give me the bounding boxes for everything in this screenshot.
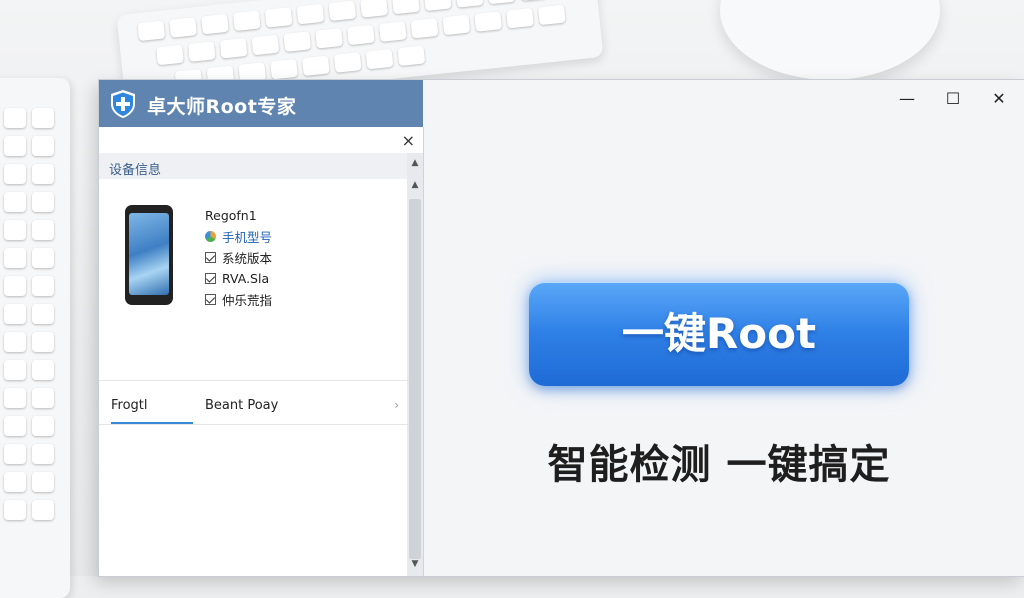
minimize-button[interactable]: — [892, 88, 922, 110]
one-click-root-button[interactable]: 一键Root [529, 282, 909, 386]
maximize-button[interactable]: ☐ [938, 88, 968, 110]
app-title: 卓大师Root专家 [147, 96, 297, 118]
info-row-system-version: 系统版本 [205, 247, 395, 268]
shield-icon [111, 90, 135, 118]
checkbox-icon[interactable] [205, 294, 216, 305]
chevron-right-icon[interactable]: › [394, 398, 399, 412]
status-dot-icon [205, 231, 216, 242]
close-button[interactable]: ✕ [984, 88, 1014, 110]
scroll-thumb[interactable] [409, 199, 421, 559]
slogan-text: 智能检测 一键搞定 [547, 442, 891, 488]
info-row-label: 仲乐荒指 [222, 293, 273, 308]
panel-tabs: Frogtl Beant Poay › [99, 392, 409, 425]
info-row-3: RVA.Sla [205, 268, 395, 289]
info-row-4: 仲乐荒指 [205, 289, 395, 310]
scroll-up-small-icon[interactable]: ▲ [407, 177, 423, 193]
keypad-image [0, 78, 70, 598]
app-window: 卓大师Root专家 — ☐ ✕ × 设备信息 ▲ ▲ ▼ Regofn1 手机型… [99, 80, 1024, 576]
panel-close-button[interactable]: × [402, 131, 415, 150]
info-row-model: 手机型号 [205, 226, 395, 247]
section-header: 设备信息 [99, 153, 409, 179]
tab-beant-poay[interactable]: Beant Poay [205, 398, 278, 413]
info-row-label: 手机型号 [222, 230, 273, 245]
device-name: Regofn1 [205, 208, 257, 223]
phone-image [125, 205, 173, 305]
section-title: 设备信息 [109, 163, 162, 178]
info-row-label: RVA.Sla [222, 271, 270, 286]
checkbox-icon[interactable] [205, 252, 216, 263]
device-info-panel: × 设备信息 ▲ ▲ ▼ Regofn1 手机型号 系统版本 RVA.Sla 仲… [99, 127, 424, 576]
scroll-up-icon[interactable]: ▲ [407, 155, 423, 171]
scroll-down-icon[interactable]: ▼ [407, 556, 423, 572]
checkbox-icon[interactable] [205, 273, 216, 284]
tab-frogtl[interactable]: Frogtl [111, 398, 193, 424]
title-bar[interactable]: 卓大师Root专家 [99, 80, 423, 127]
divider [99, 380, 409, 381]
device-info-list: Regofn1 手机型号 系统版本 RVA.Sla 仲乐荒指 [205, 205, 395, 310]
info-row-label: 系统版本 [222, 251, 273, 266]
panel-scrollbar[interactable]: ▲ ▲ ▼ [407, 153, 423, 576]
